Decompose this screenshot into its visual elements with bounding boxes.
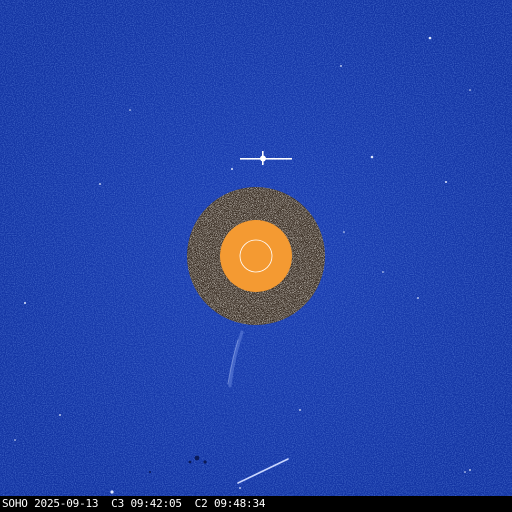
occulter xyxy=(187,187,325,325)
sun-disk xyxy=(220,220,292,292)
coronagraph-frame: SOHO 2025-09-13 C3 09:42:05 C2 09:48:34 xyxy=(0,0,512,512)
image-caption: SOHO 2025-09-13 C3 09:42:05 C2 09:48:34 xyxy=(2,497,266,510)
caption-bar: SOHO 2025-09-13 C3 09:42:05 C2 09:48:34 xyxy=(0,496,512,512)
coronagraph-image xyxy=(0,0,512,496)
